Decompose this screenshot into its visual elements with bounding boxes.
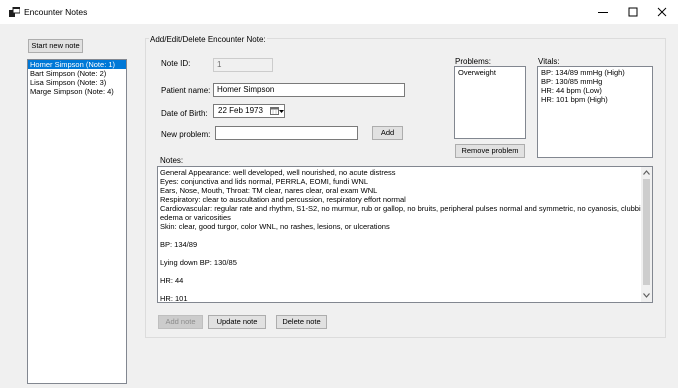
notes-line: Skin: clear, good turgor, color WNL, no … <box>160 222 390 231</box>
notes-line: General Appearance: well developed, well… <box>160 168 396 177</box>
start-new-note-button[interactable]: Start new note <box>28 39 83 53</box>
maximize-icon <box>628 7 638 17</box>
close-icon <box>657 7 667 17</box>
patient-name-field[interactable]: Homer Simpson <box>213 83 405 97</box>
problems-label: Problems: <box>455 57 492 66</box>
dob-date-picker[interactable]: 22 Feb 1973 <box>213 104 285 118</box>
remove-problem-button[interactable]: Remove problem <box>455 144 525 158</box>
new-problem-label: New problem: <box>161 130 211 139</box>
scroll-thumb[interactable] <box>643 179 650 285</box>
list-item[interactable]: BP: 134/89 mmHg (High) <box>538 68 652 77</box>
notes-line: HR: 44 <box>160 276 184 285</box>
notes-line: Eyes: conjunctiva and lids normal, PERRL… <box>160 177 369 186</box>
chevron-down-icon[interactable] <box>279 110 284 113</box>
notes-line: Cardiovascular: regular rate and rhythm,… <box>160 204 652 213</box>
patient-name-label: Patient name: <box>161 86 211 95</box>
notes-line: BP: 134/89 <box>160 240 198 249</box>
list-item[interactable]: HR: 101 bpm (High) <box>538 95 652 104</box>
add-problem-button[interactable]: Add <box>372 126 403 140</box>
dob-value: 22 Feb 1973 <box>218 106 263 115</box>
minimize-icon <box>598 12 608 13</box>
delete-note-button[interactable]: Delete note <box>276 315 327 329</box>
list-item[interactable]: Bart Simpson (Note: 2) <box>28 69 126 78</box>
list-item[interactable]: BP: 130/85 mmHg <box>538 77 652 86</box>
vitals-list[interactable]: BP: 134/89 mmHg (High) BP: 130/85 mmHg H… <box>537 66 653 158</box>
calendar-icon[interactable] <box>270 107 279 115</box>
dob-label: Date of Birth: <box>161 109 208 118</box>
notes-label: Notes: <box>160 156 184 165</box>
problems-list[interactable]: Overweight <box>454 66 526 139</box>
notes-line: Respiratory: clear to auscultation and p… <box>160 195 406 204</box>
notes-line: HR: 101 <box>160 294 188 303</box>
vitals-label: Vitals: <box>538 57 560 66</box>
update-note-button[interactable]: Update note <box>208 315 266 329</box>
list-item[interactable]: Marge Simpson (Note: 4) <box>28 87 126 96</box>
add-note-button[interactable]: Add note <box>158 315 203 329</box>
list-item[interactable]: HR: 44 bpm (Low) <box>538 86 652 95</box>
chevron-up-icon[interactable] <box>643 170 650 175</box>
chevron-down-icon[interactable] <box>643 293 650 298</box>
notes-line: Lying down BP: 130/85 <box>160 258 237 267</box>
maximize-button[interactable] <box>618 0 648 24</box>
group-title: Add/Edit/Delete Encounter Note: <box>149 35 267 44</box>
notes-line: Ears, Nose, Mouth, Throat: TM clear, nar… <box>160 186 378 195</box>
window-title: Encounter Notes <box>24 7 88 17</box>
list-item[interactable]: Homer Simpson (Note: 1) <box>28 60 126 69</box>
note-id-label: Note ID: <box>161 59 191 68</box>
notes-textarea[interactable]: General Appearance: well developed, well… <box>157 166 653 303</box>
notes-scrollbar[interactable] <box>641 167 652 302</box>
app-icon <box>9 7 20 17</box>
notes-line: edema or varicosities <box>160 213 231 222</box>
new-problem-field[interactable] <box>215 126 358 140</box>
note-list[interactable]: Homer Simpson (Note: 1) Bart Simpson (No… <box>27 59 127 384</box>
note-id-field: 1 <box>213 58 273 72</box>
close-button[interactable] <box>647 0 677 24</box>
list-item[interactable]: Lisa Simpson (Note: 3) <box>28 78 126 87</box>
title-bar: Encounter Notes <box>0 0 678 24</box>
list-item[interactable]: Overweight <box>455 68 525 77</box>
minimize-button[interactable] <box>588 0 618 24</box>
